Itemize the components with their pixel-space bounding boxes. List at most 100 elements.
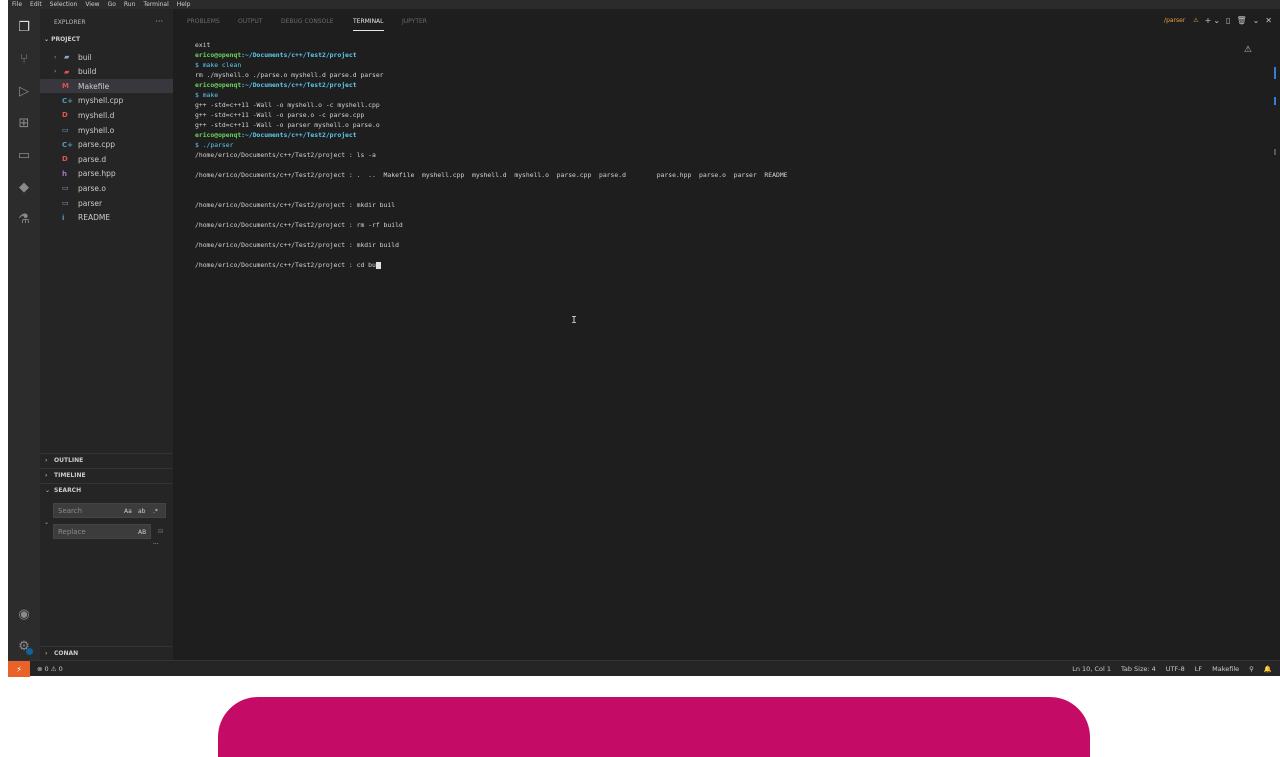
terminal-current-line: /home/erico/Documents/c++/Test2/project … — [195, 261, 381, 269]
chevron-right-icon: › — [45, 472, 48, 479]
tree-item-parser[interactable]: ▭ parser — [40, 196, 173, 210]
menu-terminal[interactable]: Terminal — [143, 1, 168, 8]
maximize-panel-chevron-icon[interactable]: ⌄ — [1253, 16, 1260, 25]
status-bar: ⚡ ⊗ 0 ⚠ 0 Ln 10, Col 1 Tab Size: 4 UTF-8… — [8, 660, 1280, 677]
tab-size[interactable]: Tab Size: 4 — [1121, 665, 1156, 673]
docker-icon[interactable]: ◆ — [15, 178, 33, 196]
conan-section[interactable]: › CONAN — [40, 646, 173, 660]
timeline-section[interactable]: › TIMELINE — [40, 468, 173, 482]
cursor-position[interactable]: Ln 10, Col 1 — [1072, 665, 1111, 673]
menu-view[interactable]: View — [85, 1, 99, 8]
preserve-case-icon[interactable]: AB — [138, 529, 146, 536]
problems-count[interactable]: ⊗ 0 ⚠ 0 — [37, 665, 63, 673]
prompt-user: erico@openqt — [195, 81, 242, 89]
terminal-line: /home/erico/Documents/c++/Test2/project … — [195, 151, 376, 159]
tab-problems[interactable]: PROBLEMS — [187, 18, 220, 25]
replace-placeholder: Replace — [58, 527, 86, 536]
terminal-toolbar: /parser ⚠ + ⌄ ▯ 🗑 ⌄ ✕ — [1152, 16, 1272, 25]
terminal-line: /home/erico/Documents/c++/Test2/project … — [195, 221, 403, 229]
conan-label: CONAN — [54, 650, 79, 657]
terminal-line: rm ./myshell.o ./parse.o myshell.d parse… — [195, 71, 384, 79]
scrollbar-marker — [1274, 67, 1276, 79]
terminal-warning-icon[interactable]: ⚠ — [1244, 45, 1252, 55]
tree-item-myshell-cpp[interactable]: C+ myshell.cpp — [40, 94, 173, 108]
file-icon: D — [62, 111, 68, 120]
menu-help[interactable]: Help — [177, 1, 191, 8]
feedback-icon[interactable]: ⚲ — [1249, 665, 1254, 673]
folder-icon: ▰ — [64, 53, 70, 61]
replace-all-icon[interactable]: ⊟ — [158, 528, 163, 535]
toggle-replace-icon[interactable]: ⌄ — [44, 519, 49, 526]
search-section[interactable]: ⌄ SEARCH — [40, 483, 173, 497]
file-icon: D — [62, 155, 68, 164]
chevron-down-icon: ⌄ — [45, 487, 51, 494]
explorer-title: EXPLORER — [54, 19, 86, 26]
language-mode[interactable]: Makefile — [1212, 665, 1239, 673]
terminal-line: $ make clean — [195, 61, 242, 69]
notifications-icon[interactable]: 🔔 — [1264, 665, 1272, 673]
terminal-instance[interactable]: /parser ⚠ — [1158, 17, 1199, 24]
match-word-icon[interactable]: ab — [138, 508, 146, 515]
close-panel-icon[interactable]: ✕ — [1265, 16, 1272, 25]
prompt-user: erico@openqt — [195, 131, 242, 139]
terminal-line: $ make — [195, 91, 219, 99]
chevron-right-icon: › — [54, 53, 57, 61]
warning-icon: ⚠ — [1193, 17, 1199, 24]
explorer-more-icon[interactable]: ··· — [155, 17, 163, 26]
file-icon: ▭ — [62, 184, 69, 193]
replace-input[interactable]: Replace — [53, 524, 151, 539]
tab-debug-console[interactable]: DEBUG CONSOLE — [281, 18, 334, 25]
tab-jupyter[interactable]: JUPYTER — [402, 18, 427, 25]
menu-edit[interactable]: Edit — [30, 1, 42, 8]
tab-terminal[interactable]: TERMINAL — [353, 18, 384, 31]
remote-explorer-icon[interactable]: ▭ — [15, 146, 33, 164]
tree-item-label: myshell.cpp — [78, 96, 124, 106]
outline-section[interactable]: › OUTLINE — [40, 453, 173, 467]
encoding[interactable]: UTF-8 — [1166, 665, 1185, 673]
folder-icon: ▰ — [64, 67, 70, 76]
match-case-icon[interactable]: Aa — [124, 508, 132, 515]
tree-item-build[interactable]: › ▰ build — [40, 65, 173, 79]
tree-item-parse-cpp[interactable]: C+ parse.cpp — [40, 138, 173, 152]
tree-item-myshell-d[interactable]: Dmyshell.d — [40, 108, 173, 122]
panel-tabs: PROBLEMS OUTPUT DEBUG CONSOLE TERMINAL J… — [173, 9, 1280, 33]
menu-run[interactable]: Run — [124, 1, 136, 8]
search-details-icon[interactable]: ··· — [153, 541, 159, 548]
tree-item-myshell-o[interactable]: ▭ myshell.o — [40, 123, 173, 137]
account-icon[interactable]: ◉ — [15, 605, 33, 623]
line-ending[interactable]: LF — [1195, 665, 1202, 673]
tree-item-label: build — [78, 67, 97, 77]
extensions-icon[interactable]: ⊞ — [15, 114, 33, 132]
run-debug-icon[interactable]: ▷ — [15, 82, 33, 100]
tree-item-label: myshell.d — [78, 110, 115, 120]
menu-file[interactable]: File — [12, 1, 22, 8]
terminal-line: /home/erico/Documents/c++/Test2/project … — [195, 201, 396, 209]
tab-output[interactable]: OUTPUT — [238, 18, 262, 25]
tree-item-makefile[interactable]: M Makefile — [40, 79, 173, 94]
tree-item-buil[interactable]: › ▰ buil — [40, 50, 173, 64]
source-control-icon[interactable]: ⑂ — [15, 50, 33, 68]
remote-indicator[interactable]: ⚡ — [8, 661, 30, 677]
project-header[interactable]: ⌄ PROJECT — [44, 36, 80, 43]
chevron-right-icon: › — [45, 457, 48, 464]
tree-item-parse-d[interactable]: Dparse.d — [40, 152, 173, 166]
menu-selection[interactable]: Selection — [50, 1, 78, 8]
settings-gear-icon[interactable]: ⚙ — [15, 637, 33, 655]
terminal-profile-chevron-icon[interactable]: ⌄ — [1213, 16, 1220, 25]
outline-label: OUTLINE — [54, 457, 84, 464]
regex-icon[interactable]: .* — [153, 508, 158, 515]
terminal-line: $ ./parser — [195, 141, 234, 149]
search-input[interactable]: Search — [53, 503, 166, 518]
terminal-panel: PROBLEMS OUTPUT DEBUG CONSOLE TERMINAL J… — [173, 9, 1280, 660]
tree-item-parse-hpp[interactable]: h parse.hpp — [40, 167, 173, 181]
testing-icon[interactable]: ⚗ — [15, 210, 33, 228]
tree-item-label: parse.cpp — [78, 140, 115, 150]
menu-go[interactable]: Go — [108, 1, 116, 8]
tree-item-readme[interactable]: i README — [40, 211, 173, 225]
split-terminal-icon[interactable]: ▯ — [1226, 16, 1230, 25]
files-icon[interactable]: ❐ — [15, 18, 33, 36]
tree-item-parse-o[interactable]: ▭ parse.o — [40, 181, 173, 195]
new-terminal-icon[interactable]: + — [1205, 16, 1212, 25]
kill-terminal-icon[interactable]: 🗑 — [1236, 16, 1246, 25]
overlay-banner — [218, 697, 1090, 757]
